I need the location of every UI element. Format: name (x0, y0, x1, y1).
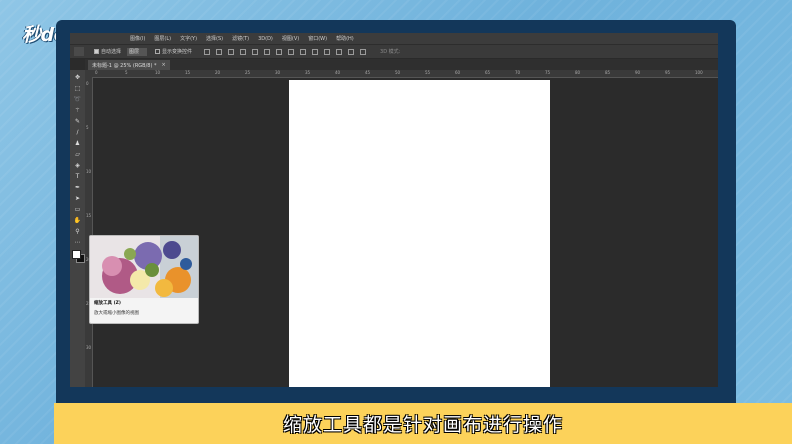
menu-item[interactable]: 选择(S) (206, 35, 223, 42)
align-icon[interactable] (276, 48, 283, 55)
align-icon[interactable] (360, 48, 367, 55)
gradient-tool-icon[interactable]: ◈ (73, 162, 82, 170)
pen-tool-icon[interactable]: ✒ (73, 184, 82, 192)
align-icon[interactable] (336, 48, 343, 55)
tooltip-title: 缩放工具 (Z) (94, 301, 121, 306)
eraser-tool-icon[interactable]: ▱ (73, 151, 82, 159)
move-tool-icon[interactable]: ✥ (73, 74, 82, 82)
zoom-tool-tooltip: 缩放工具 (Z) 放大或缩小图像的视图 (89, 235, 199, 324)
align-icon[interactable] (324, 48, 331, 55)
align-icon[interactable] (240, 48, 247, 55)
menu-item[interactable]: 滤镜(T) (232, 35, 249, 42)
flower-bouquet-image (90, 236, 198, 298)
marquee-tool-icon[interactable]: ⬚ (73, 85, 82, 93)
menu-bar: 图像(I) 图层(L) 文字(Y) 选择(S) 滤镜(T) 3D(D) 视图(V) 窗口(W)… (70, 33, 718, 44)
align-icon[interactable] (300, 48, 307, 55)
color-swatches[interactable] (72, 250, 85, 263)
ruler-tick-label: 15 (86, 213, 92, 218)
ruler-tick-label: 25 (245, 70, 251, 75)
magic-wand-tool-icon[interactable]: ⚚ (73, 107, 82, 115)
ruler-tick-label: 50 (395, 70, 401, 75)
current-tool-preset-button[interactable] (74, 47, 84, 56)
align-icon[interactable] (252, 48, 259, 55)
ruler-tick-label: 80 (575, 70, 581, 75)
checkbox-box (94, 49, 99, 54)
document-tab-label: 未标题-1 @ 25% (RGB/8) * (92, 62, 157, 69)
photoshop-window: 图像(I) 图层(L) 文字(Y) 选择(S) 滤镜(T) 3D(D) 视图(V) 窗口(W)… (70, 33, 718, 387)
ruler-tick-label: 10 (86, 169, 92, 174)
align-icon[interactable] (312, 48, 319, 55)
ruler-tick-label: 100 (695, 70, 703, 75)
zoom-tool-icon[interactable]: ⚲ (73, 228, 82, 236)
ruler-tick-label: 0 (95, 70, 98, 75)
ruler-tick-label: 30 (275, 70, 281, 75)
ruler-tick-label: 75 (545, 70, 551, 75)
auto-select-label: 自动选择 (101, 49, 122, 55)
eyedropper-tool-icon[interactable]: ✎ (73, 118, 82, 126)
menu-item[interactable]: 帮助(H) (336, 35, 354, 42)
more-tools-icon[interactable]: ⋯ (73, 239, 82, 247)
ruler-tick-label: 10 (155, 70, 161, 75)
align-icon[interactable] (348, 48, 355, 55)
subtitle-bar: 缩放工具都是针对画布进行操作 (54, 403, 792, 444)
checkbox-box (155, 49, 161, 54)
tooltip-description: 放大或缩小图像的视图 (94, 311, 139, 316)
show-transform-label: 显示变换控件 (162, 49, 193, 55)
type-tool-icon[interactable]: T (73, 173, 82, 181)
menu-item[interactable]: 图像(I) (130, 35, 145, 42)
ruler-tick-label: 5 (125, 70, 128, 75)
ruler-tick-label: 45 (365, 70, 371, 75)
align-buttons (204, 48, 372, 55)
rectangle-tool-icon[interactable]: ▭ (73, 206, 82, 214)
ruler-tick-label: 60 (455, 70, 461, 75)
menu-item[interactable]: 视图(V) (282, 35, 299, 42)
brush-tool-icon[interactable]: ∕ (73, 129, 82, 137)
lasso-tool-icon[interactable]: ➰ (73, 96, 82, 104)
menu-item[interactable]: 图层(L) (154, 35, 171, 42)
ruler-tick-label: 55 (425, 70, 431, 75)
ruler-tick-label: 15 (185, 70, 191, 75)
close-icon[interactable]: × (162, 62, 166, 68)
tools-panel: ✥ ⬚ ➰ ⚚ ✎ ∕ ♟ ▱ ◈ T ✒ ➤ ▭ ✋ ⚲ ⋯ (70, 70, 85, 387)
clone-stamp-tool-icon[interactable]: ♟ (73, 140, 82, 148)
vertical-ruler: 051015202530 (85, 77, 93, 387)
layer-select-dropdown[interactable]: 图层 (127, 47, 148, 56)
subtitle-text: 缩放工具都是针对画布进行操作 (282, 414, 563, 436)
ruler-tick-label: 35 (305, 70, 311, 75)
3d-mode-label: 3D 模式: (380, 49, 401, 55)
ruler-tick-label: 30 (86, 345, 92, 350)
path-select-tool-icon[interactable]: ➤ (73, 195, 82, 203)
ruler-tick-label: 70 (515, 70, 521, 75)
align-icon[interactable] (204, 48, 211, 55)
ruler-tick-label: 85 (605, 70, 611, 75)
ruler-tick-label: 95 (665, 70, 671, 75)
align-icon[interactable] (228, 48, 235, 55)
align-icon[interactable] (216, 48, 223, 55)
hand-tool-icon[interactable]: ✋ (73, 217, 82, 225)
menu-item[interactable]: 3D(D) (258, 36, 273, 42)
options-bar: 自动选择 图层 显示变换控件 3D 模式: (70, 44, 718, 59)
ruler-tick-label: 90 (635, 70, 641, 75)
ruler-tick-label: 0 (86, 81, 89, 86)
align-icon[interactable] (288, 48, 295, 55)
align-icon[interactable] (264, 48, 271, 55)
menu-item[interactable]: 窗口(W) (308, 35, 327, 42)
document-tab[interactable]: 未标题-1 @ 25% (RGB/8) * × (88, 60, 170, 70)
document-tab-bar: 未标题-1 @ 25% (RGB/8) * × (85, 59, 718, 70)
show-transform-checkbox[interactable]: 显示变换控件 (155, 48, 192, 55)
document-canvas[interactable] (289, 80, 550, 387)
ruler-tick-label: 20 (215, 70, 221, 75)
ruler-tick-label: 40 (335, 70, 341, 75)
ruler-tick-label: 5 (86, 125, 89, 130)
ruler-tick-label: 65 (485, 70, 491, 75)
foreground-color-swatch[interactable] (72, 250, 81, 259)
horizontal-ruler: 0 5 10 15 20 25 30 35 40 45 50 55 60 65 70 75 80 85 90 95 10… (85, 70, 718, 78)
menu-item[interactable]: 文字(Y) (180, 35, 197, 42)
auto-select-checkbox[interactable]: 自动选择 (94, 48, 121, 55)
